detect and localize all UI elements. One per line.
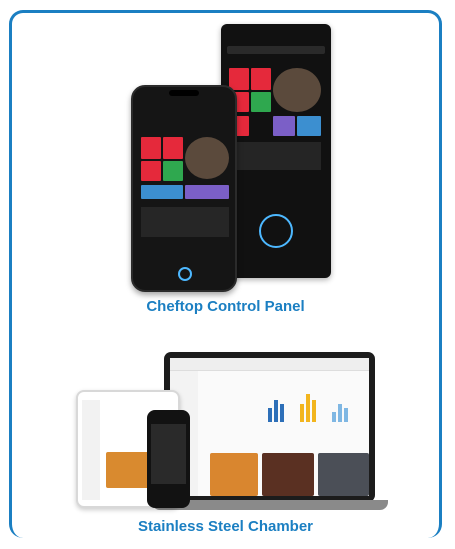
phone-list-panel [141, 207, 229, 237]
phone-tile [163, 161, 183, 181]
phone-device [147, 410, 190, 508]
tablet-list-panel [229, 142, 321, 170]
tablet-tile [229, 68, 249, 90]
chart-bar [306, 394, 310, 422]
phone-device [131, 85, 237, 292]
food-photo [318, 453, 369, 496]
phone-tile [141, 137, 161, 159]
phone-tile [141, 185, 183, 199]
chart-bar [268, 408, 272, 422]
chart-bar [300, 404, 304, 422]
tablet-food-photo [273, 68, 321, 112]
chart-bar [312, 400, 316, 422]
food-photo [262, 453, 314, 496]
tablet-search-bar [227, 46, 325, 54]
laptop-display [170, 358, 369, 496]
chart-bar [274, 400, 278, 422]
chart-bar [280, 404, 284, 422]
food-photo [210, 453, 258, 496]
product-caption-cheftop[interactable]: Cheftop Control Panel [9, 298, 442, 315]
tablet-sidebar [82, 400, 100, 500]
tablet-tile [297, 116, 321, 136]
chart-bar [338, 404, 342, 422]
laptop-device [164, 352, 375, 502]
phone-screen-content [151, 424, 186, 484]
laptop-toolbar [170, 358, 369, 371]
tablet-tile [273, 116, 295, 136]
chart-bar [344, 408, 348, 422]
chart-bar [332, 412, 336, 422]
tablet-start-ring [259, 214, 293, 248]
phone-start-ring [178, 267, 192, 281]
product-caption-stainless[interactable]: Stainless Steel Chamber [9, 518, 442, 535]
phone-tile [141, 161, 161, 181]
phone-tile [163, 137, 183, 159]
laptop-bar-charts [260, 382, 365, 422]
phone-tile [185, 185, 229, 199]
tablet-tile [251, 92, 271, 112]
phone-food-photo [185, 137, 229, 179]
tablet-device [221, 24, 331, 278]
phone-notch [169, 90, 199, 96]
tablet-tile [251, 68, 271, 90]
